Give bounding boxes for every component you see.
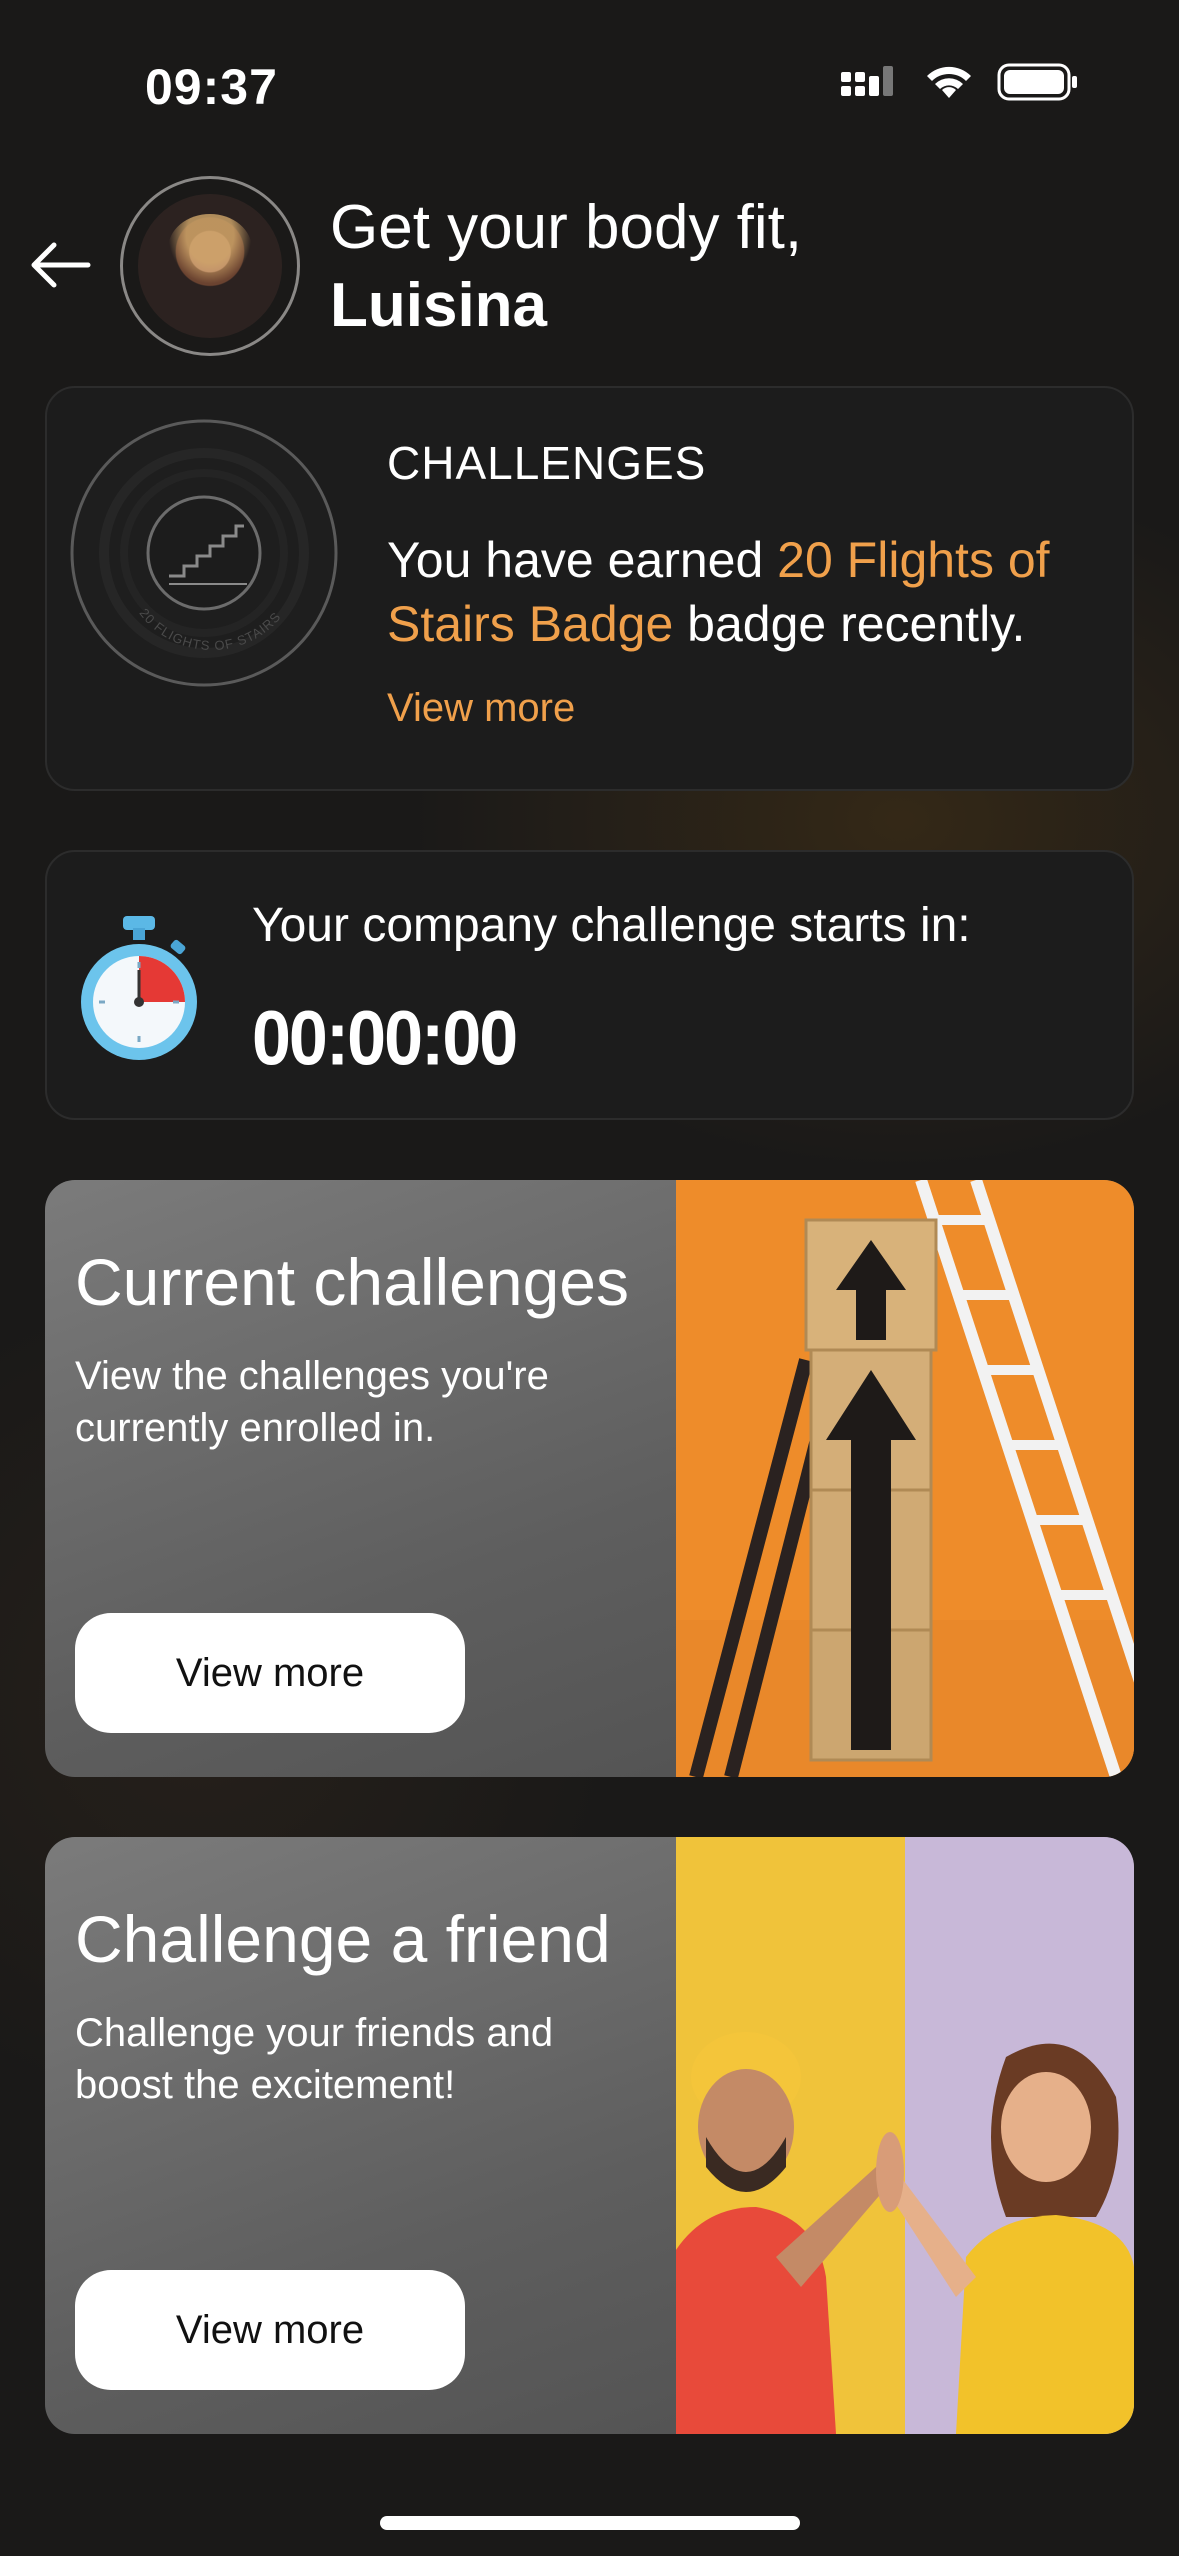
current-challenges-view-more-button[interactable]: View more xyxy=(75,1613,465,1733)
challenge-friend-view-more-button[interactable]: View more xyxy=(75,2270,465,2390)
user-name: Luisina xyxy=(330,271,548,340)
status-time: 09:37 xyxy=(145,59,278,115)
view-more-link[interactable]: View more xyxy=(387,686,575,731)
challenge-friend-card[interactable]: Challenge a friend Challenge your friend… xyxy=(45,1837,1134,2434)
friends-high-five-image xyxy=(676,1837,1134,2434)
current-challenges-description: View the challenges you're currently enr… xyxy=(75,1354,549,1450)
home-indicator[interactable] xyxy=(380,2516,800,2530)
challenge-friend-title: Challenge a friend xyxy=(75,1902,611,1976)
company-challenge-timer-card: Your company challenge starts in: 00:00:… xyxy=(45,850,1134,1120)
earned-suffix: badge recently. xyxy=(673,596,1026,652)
current-challenges-card[interactable]: Current challenges View the challenges y… xyxy=(45,1180,1134,1777)
challenges-title: CHALLENGES xyxy=(387,437,707,489)
greeting-text: Get your body fit, xyxy=(330,193,803,262)
header: Get your body fit, Luisina xyxy=(0,170,1179,370)
cellular-signal-icon xyxy=(841,66,893,96)
countdown-timer: 00:00:00 xyxy=(252,995,518,1081)
status-icons xyxy=(841,62,1079,102)
stairs-badge-icon: 20 FLIGHTS OF STAIRS xyxy=(70,419,338,687)
timer-label: Your company challenge starts in: xyxy=(252,899,971,952)
avatar-ring[interactable] xyxy=(120,176,300,356)
back-button[interactable] xyxy=(25,230,95,300)
arrow-left-icon xyxy=(31,242,91,288)
blocks-ladder-image xyxy=(676,1180,1134,1777)
challenge-friend-description: Challenge your friends and boost the exc… xyxy=(75,2011,554,2107)
avatar xyxy=(138,194,282,338)
earned-prefix: You have earned xyxy=(387,532,778,588)
challenges-card: 20 FLIGHTS OF STAIRS CHALLENGES You have… xyxy=(45,386,1134,791)
stopwatch-icon xyxy=(81,916,197,1060)
current-challenges-title: Current challenges xyxy=(75,1245,629,1319)
battery-icon xyxy=(997,63,1077,101)
wifi-icon xyxy=(927,66,971,98)
status-bar: 09:37 xyxy=(0,0,1179,170)
earned-badge-text: You have earned 20 Flights of Stairs Bad… xyxy=(387,528,1107,656)
